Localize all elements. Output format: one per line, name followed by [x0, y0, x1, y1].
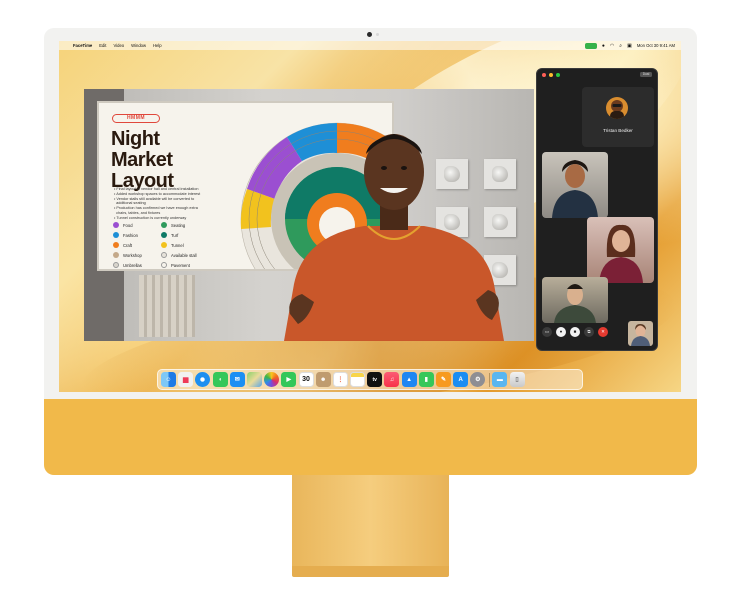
legend-item-craft: Craft — [113, 242, 161, 248]
camera-toggle-button[interactable]: ■ — [570, 327, 580, 337]
menu-video[interactable]: Video — [113, 43, 124, 48]
monitor-stand — [292, 475, 449, 571]
sidebar-toggle-icon[interactable]: ▭ — [542, 327, 552, 337]
system-settings-icon[interactable]: ⚙ — [470, 372, 486, 387]
search-icon[interactable]: ⌕ — [619, 43, 622, 49]
presenter-eye-right — [401, 166, 407, 170]
participant-tile-2[interactable] — [587, 217, 654, 283]
legend-item-seating: Seating — [161, 222, 209, 228]
messages-icon[interactable]: ◖ — [212, 372, 228, 387]
share-screen-button[interactable]: ⧉ — [584, 327, 594, 337]
wifi-icon[interactable]: ◠ — [610, 43, 614, 49]
window-controls — [542, 73, 560, 77]
mail-icon[interactable]: ✉ — [229, 372, 245, 387]
caller-name: Tristan Bedker — [603, 128, 633, 133]
reminders-icon[interactable]: ⋮ — [332, 372, 348, 387]
maps-icon[interactable] — [246, 372, 262, 387]
notes-icon[interactable] — [350, 372, 366, 387]
caller-tile[interactable]: Tristan Bedker — [582, 87, 654, 147]
caller-avatar — [606, 97, 628, 119]
main-video-feed: HMMM Night Market Layout • Final layout … — [84, 89, 534, 341]
legend-item-turf: Turf — [161, 232, 209, 238]
fullscreen-window-icon[interactable] — [556, 73, 560, 77]
presentation-badge: HMMM — [112, 114, 160, 123]
safari-icon[interactable] — [195, 372, 211, 387]
tv-icon[interactable]: tv — [367, 372, 383, 387]
monitor-chin — [44, 399, 697, 475]
participant-tile-3[interactable] — [542, 277, 608, 323]
legend-item-pavement: Pavement — [161, 262, 209, 268]
presentation-legend: Food Seating Fashion Turf Craft Tunnel W… — [113, 222, 223, 268]
presenter-eye-left — [381, 166, 387, 170]
call-controls: ▭ ● ■ ⧉ ✕ — [542, 327, 608, 337]
presenter-sweater — [284, 226, 504, 341]
menu-app-name[interactable]: FaceTime — [73, 43, 92, 48]
bullet-item: • Tunnel construction is currently under… — [114, 215, 187, 220]
menu-help[interactable]: Help — [153, 43, 162, 48]
camera-lens — [367, 32, 372, 37]
contacts-icon[interactable]: ☻ — [315, 372, 331, 387]
control-center-icon[interactable]: ● — [602, 43, 605, 49]
launchpad-icon[interactable]: ▦ — [178, 372, 194, 387]
numbers-icon[interactable]: ▮ — [418, 372, 434, 387]
presentation-title-line1: Night Market — [111, 128, 173, 171]
desktop-screen: FaceTime Edit Video Window Help ● ◠ ⌕ ▣ … — [59, 41, 681, 392]
presenter-person — [284, 134, 504, 341]
background-radiator — [139, 275, 195, 337]
keynote-icon[interactable]: ▲ — [401, 372, 417, 387]
finder-icon[interactable]: ☺ — [161, 372, 176, 387]
legend-item-food: Food — [113, 222, 161, 228]
self-view-tile[interactable] — [628, 321, 653, 346]
dock: ☺ ▦ ◖ ✉ ▶ 30 ☻ ⋮ tv ♫ ▲ ▮ ✎ A ⚙ ▬ ▯ — [157, 369, 583, 390]
mute-button[interactable]: ● — [556, 327, 566, 337]
legend-item-umbrellas: Umbrellas — [113, 262, 161, 268]
presentation-title: Night Market Layout — [111, 129, 221, 192]
pages-icon[interactable]: ✎ — [436, 372, 451, 387]
music-icon[interactable]: ♫ — [384, 372, 400, 387]
participant-tile-1[interactable] — [542, 152, 608, 218]
camera-indicator — [376, 33, 379, 36]
legend-item-fashion: Fashion — [113, 232, 161, 238]
legend-item-tunnel: Tunnel — [161, 242, 209, 248]
menu-bar: FaceTime Edit Video Window Help ● ◠ ⌕ ▣ … — [59, 41, 681, 50]
legend-item-available-stall: Available stall — [161, 252, 209, 258]
facetime-mode-chip[interactable]: Dual — [640, 72, 652, 77]
app-store-icon[interactable]: A — [453, 372, 469, 387]
downloads-folder-icon[interactable]: ▬ — [492, 372, 508, 387]
legend-item-workshop: Workshop — [113, 252, 161, 258]
menu-window[interactable]: Window — [131, 43, 146, 48]
trash-icon[interactable]: ▯ — [509, 372, 525, 387]
monitor-stand-foot — [292, 566, 449, 577]
close-window-icon[interactable] — [542, 73, 546, 77]
menu-clock[interactable]: Mon Oct 30 9:41 AM — [637, 43, 675, 48]
presentation-bullets: • Final layout of vendor hall and centra… — [114, 187, 229, 221]
menu-edit[interactable]: Edit — [99, 43, 106, 48]
photos-icon[interactable] — [264, 372, 280, 387]
end-call-button[interactable]: ✕ — [598, 327, 608, 337]
siri-icon[interactable]: ▣ — [627, 43, 632, 49]
facetime-panel: Dual Tristan Bedker ▭ ● ■ ⧉ ✕ — [536, 68, 658, 351]
dock-separator — [488, 372, 490, 387]
minimize-window-icon[interactable] — [549, 73, 553, 77]
facetime-icon[interactable]: ▶ — [281, 372, 297, 387]
camera-in-use-icon[interactable] — [584, 42, 597, 49]
calendar-icon[interactable]: 30 — [298, 372, 314, 387]
